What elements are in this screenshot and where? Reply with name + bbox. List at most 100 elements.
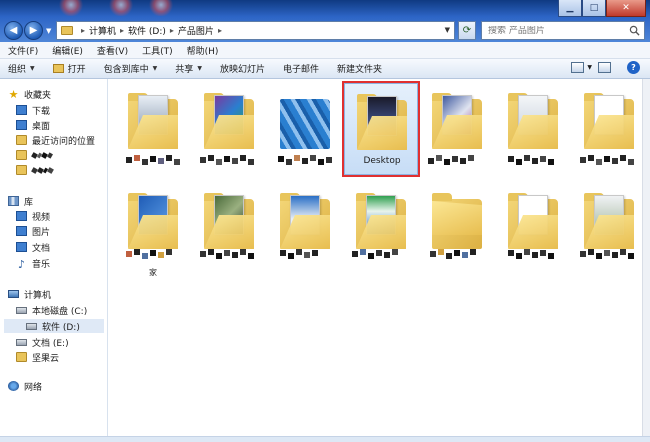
nav-blurred-item[interactable]	[16, 163, 54, 177]
chevron-right-icon: ▸	[81, 26, 86, 35]
folder-item[interactable]	[572, 183, 646, 275]
include-in-library-button[interactable]: 包含到库中 ▼	[104, 62, 158, 75]
recent-pages-dropdown[interactable]: ▼	[46, 27, 51, 35]
close-button[interactable]: ✕	[606, 0, 646, 17]
menu-view[interactable]: 查看(V)	[97, 44, 128, 57]
nav-downloads[interactable]: 下载	[16, 103, 50, 117]
command-bar: 组织 ▼ 打开 包含到库中 ▼ 共享 ▼ 放映幻灯片 电子邮件 新建文件夹 ▼ …	[0, 59, 650, 79]
folder-item[interactable]	[268, 83, 342, 175]
help-icon[interactable]: ?	[627, 61, 640, 74]
nav-drive-c[interactable]: 本地磁盘 (C:)	[16, 303, 87, 317]
menu-file[interactable]: 文件(F)	[8, 44, 38, 57]
organize-label: 组织	[8, 65, 27, 75]
address-bar[interactable]: ▸ 计算机 ▸ 软件 (D:) ▸ 产品图片 ▸ ▼	[56, 21, 455, 40]
nav-music[interactable]: ♪ 音乐	[16, 256, 50, 271]
blurred-filename	[124, 155, 182, 169]
folder-icon	[508, 193, 558, 249]
folder-item[interactable]	[192, 83, 266, 175]
view-dropdown-icon[interactable]: ▼	[587, 64, 592, 71]
folder-item[interactable]	[420, 183, 494, 275]
folder-icon	[61, 26, 73, 35]
blurred-filename	[352, 249, 410, 263]
nav-desktop[interactable]: 桌面	[16, 118, 50, 132]
forward-button[interactable]: ▶	[24, 21, 43, 40]
slideshow-button[interactable]: 放映幻灯片	[220, 62, 265, 75]
back-button[interactable]: ◀	[4, 21, 23, 40]
computer-icon	[8, 290, 19, 298]
open-button[interactable]: 打开	[52, 62, 86, 75]
title-bar: ▁ □ ✕ ◀ ▶ ▼ ▸ 计算机 ▸ 软件 (D:) ▸ 产品图片 ▸ ▼ ⟳	[0, 0, 650, 42]
maximize-icon: □	[589, 3, 599, 13]
nav-computer[interactable]: 计算机	[8, 287, 51, 301]
nav-pictures[interactable]: 图片	[16, 224, 50, 238]
view-controls: ▼ ?	[565, 61, 640, 74]
maximize-button[interactable]: □	[582, 0, 606, 17]
folder-item[interactable]	[572, 83, 646, 175]
folder-icon	[16, 165, 27, 175]
folder-item[interactable]: 家	[116, 183, 190, 277]
folder-label-partial: 家	[149, 268, 157, 277]
nav-drive-d[interactable]: 软件 (D:)	[4, 319, 104, 333]
search-box[interactable]	[481, 21, 645, 40]
blurred-label	[31, 166, 54, 174]
breadcrumb-product-images[interactable]: 产品图片	[178, 24, 214, 37]
breadcrumb-drive-d[interactable]: 软件 (D:)	[128, 24, 166, 37]
folder-item[interactable]	[496, 83, 570, 175]
preview-pane-icon[interactable]	[598, 62, 611, 73]
cloud-folder-icon	[16, 352, 27, 362]
menu-tools[interactable]: 工具(T)	[142, 44, 173, 57]
folder-icon	[280, 193, 330, 249]
folder-item[interactable]	[420, 83, 494, 175]
menu-bar: 文件(F) 编辑(E) 查看(V) 工具(T) 帮助(H)	[0, 42, 650, 59]
folder-item[interactable]	[344, 183, 418, 275]
blurred-label	[31, 151, 53, 159]
blurred-filename	[428, 249, 486, 263]
folder-item[interactable]	[496, 183, 570, 275]
music-icon: ♪	[17, 258, 26, 271]
folder-item[interactable]	[116, 83, 190, 175]
dropdown-arrow-icon: ▼	[152, 65, 158, 72]
nav-recent-places[interactable]: 最近访问的位置	[16, 133, 95, 147]
nav-jianguoyun[interactable]: 坚果云	[16, 350, 59, 364]
menu-help[interactable]: 帮助(H)	[187, 44, 219, 57]
breadcrumb-computer[interactable]: 计算机	[89, 24, 116, 37]
chevron-right-icon[interactable]: ▸	[170, 26, 174, 35]
nav-documents[interactable]: 文档	[16, 240, 50, 254]
nav-network[interactable]: 网络	[8, 379, 42, 393]
nav-blurred-item[interactable]	[16, 148, 53, 162]
search-input[interactable]	[488, 25, 623, 36]
blurred-filename	[504, 249, 562, 263]
folder-icon	[584, 193, 634, 249]
minimize-button[interactable]: ▁	[558, 0, 582, 17]
nav-libraries[interactable]: 库	[8, 194, 33, 208]
blurred-app-icon	[148, 0, 174, 16]
nav-videos[interactable]: 视频	[16, 209, 50, 223]
nav-drive-e[interactable]: 文档 (E:)	[16, 335, 69, 349]
nav-favorites[interactable]: ★ 收藏夹	[8, 87, 51, 101]
new-folder-label: 新建文件夹	[336, 65, 382, 75]
blurred-filename	[200, 249, 258, 263]
folder-item[interactable]	[192, 183, 266, 275]
folder-icon	[128, 193, 178, 249]
organize-button[interactable]: 组织 ▼	[8, 62, 35, 75]
search-icon[interactable]	[629, 25, 640, 36]
blurred-app-icon	[108, 0, 134, 16]
menu-edit[interactable]: 编辑(E)	[52, 44, 83, 57]
back-arrow-icon: ◀	[9, 25, 18, 36]
change-view-icon[interactable]	[571, 62, 585, 73]
star-icon: ★	[8, 87, 19, 101]
new-folder-button[interactable]: 新建文件夹	[337, 62, 382, 75]
navigation-pane: ★ 收藏夹 下载 桌面 最近访问的位置 库 视频 图片 文档 ♪ 音乐 计算机 …	[0, 79, 108, 442]
email-button[interactable]: 电子邮件	[283, 62, 319, 75]
folder-item[interactable]	[268, 183, 342, 275]
refresh-button[interactable]: ⟳	[458, 21, 476, 40]
chevron-right-icon[interactable]: ▸	[218, 26, 222, 35]
vertical-scrollbar[interactable]	[642, 79, 650, 442]
share-button[interactable]: 共享 ▼	[175, 62, 202, 75]
chevron-right-icon[interactable]: ▸	[120, 26, 124, 35]
address-dropdown-icon[interactable]: ▼	[445, 26, 450, 34]
folder-item-desktop[interactable]: Desktop	[342, 81, 420, 177]
close-icon: ✕	[622, 3, 630, 13]
file-list: Desktop 家	[108, 79, 642, 442]
open-label: 打开	[67, 65, 86, 75]
